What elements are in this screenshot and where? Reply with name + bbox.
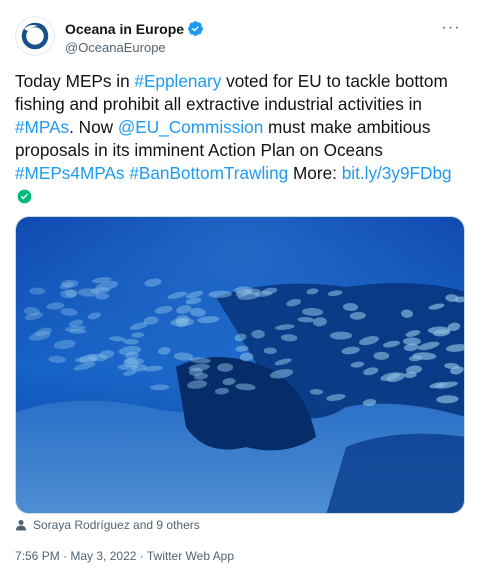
tweet-text-segment: Today MEPs in: [15, 71, 135, 91]
hashtag-link[interactable]: #BanBottomTrawling: [129, 163, 288, 183]
tagged-users[interactable]: Soraya Rodríguez and 9 others: [15, 518, 200, 532]
tweet-header: Oceana in Europe @OceanaEurope ···: [15, 16, 467, 60]
oceana-logo-icon: [21, 22, 49, 50]
more-options-button[interactable]: ···: [439, 18, 463, 38]
handle[interactable]: @OceanaEurope: [65, 40, 166, 55]
fish-shape: [373, 351, 390, 360]
meta-separator: ·: [59, 549, 71, 563]
tweet-source[interactable]: Twitter Web App: [147, 549, 234, 563]
fish-shape: [29, 287, 46, 295]
url-link[interactable]: bit.ly/3y9FDbg: [342, 163, 452, 183]
check-circle-icon: [17, 189, 32, 204]
display-name[interactable]: Oceana in Europe: [65, 21, 184, 37]
tweet-text: Today MEPs in #Epplenary voted for EU to…: [15, 70, 467, 208]
avatar[interactable]: [15, 16, 55, 56]
more-options-icon: ···: [441, 19, 461, 36]
tweet-text-segment: More:: [288, 163, 342, 183]
tweet-media[interactable]: [15, 216, 465, 514]
hashtag-link[interactable]: #MEPs4MPAs: [15, 163, 125, 183]
person-icon: [16, 520, 26, 531]
mention-link[interactable]: @EU_Commission: [118, 117, 263, 137]
underwater-fish-photo: [16, 217, 464, 513]
tweet-metadata: 7:56 PM · May 3, 2022 · Twitter Web App: [15, 549, 234, 563]
tweet-date[interactable]: May 3, 2022: [70, 549, 136, 563]
tweet-time[interactable]: 7:56 PM: [15, 549, 60, 563]
tagged-text: Soraya Rodríguez and 9 others: [33, 518, 200, 532]
verified-badge-icon: [188, 21, 203, 36]
hashtag-link[interactable]: #MPAs: [15, 117, 69, 137]
tweet-text-segment: . Now: [69, 117, 118, 137]
hashtag-link[interactable]: #Epplenary: [134, 71, 221, 91]
meta-separator: ·: [136, 549, 147, 563]
